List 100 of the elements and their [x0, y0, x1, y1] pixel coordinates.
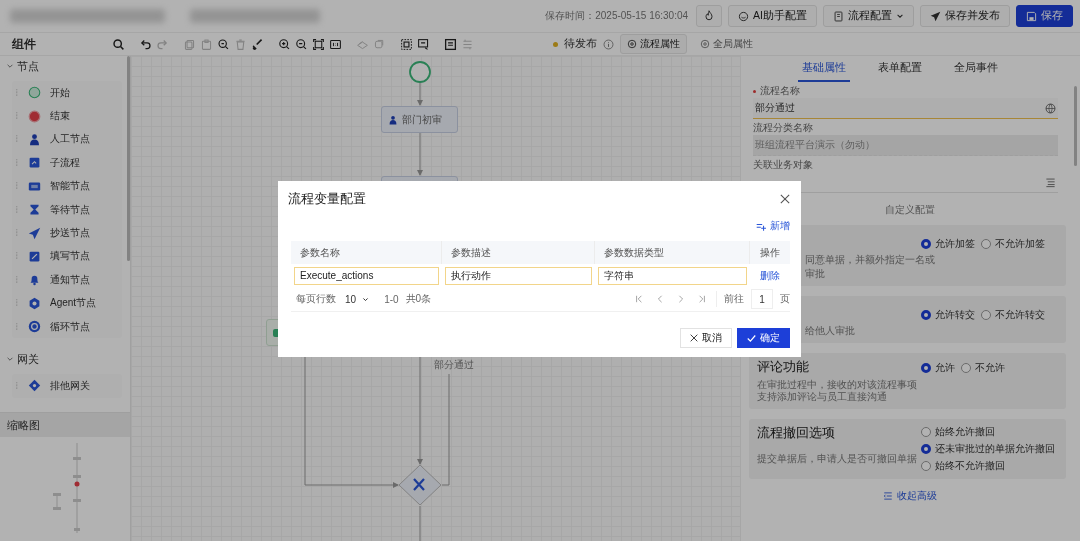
select-icon[interactable] — [400, 37, 413, 51]
hourglass-icon — [28, 203, 41, 217]
cancel-button[interactable]: 取消 — [680, 328, 732, 348]
connector-line — [417, 132, 423, 176]
search-icon[interactable] — [112, 37, 125, 51]
radio-label[interactable]: 不允许加签 — [995, 237, 1045, 251]
document-icon — [833, 10, 844, 22]
radio-button[interactable] — [921, 310, 931, 320]
list-icon[interactable] — [1045, 176, 1056, 188]
property-tab[interactable]: 全局属性 — [693, 34, 760, 54]
section-title: 节点 — [17, 58, 39, 74]
radio-button[interactable] — [921, 461, 931, 471]
radio-label[interactable]: 不允许转交 — [995, 308, 1045, 322]
node-type-item[interactable]: 等待节点 — [50, 202, 90, 217]
panel-tab[interactable]: 基础属性 — [797, 56, 850, 82]
close-icon[interactable] — [780, 194, 790, 204]
radio-button[interactable] — [981, 310, 991, 320]
scrollbar[interactable] — [1074, 86, 1077, 166]
actual-icon[interactable] — [329, 37, 342, 51]
panel-tab[interactable]: 全局事件 — [949, 56, 1002, 82]
frame-icon[interactable] — [444, 37, 457, 51]
task-node[interactable]: 部门初审 — [381, 106, 458, 133]
input-field[interactable]: Execute_actions — [294, 266, 439, 285]
process-config-dropdown[interactable]: 流程配置 — [823, 5, 914, 27]
previous-page-icon[interactable] — [656, 295, 664, 303]
start-node[interactable] — [409, 61, 431, 83]
zoom-out-icon[interactable] — [295, 37, 308, 51]
node-type-item[interactable]: 开始 — [50, 85, 70, 100]
radio-label[interactable]: 始终不允许撤回 — [935, 459, 1005, 473]
save-button[interactable]: 保存 — [1016, 5, 1073, 27]
flame-icon — [703, 10, 716, 22]
radio-label[interactable]: 允许转交 — [935, 308, 975, 322]
globe-icon[interactable] — [1045, 102, 1056, 114]
input-field[interactable]: 执行动作 — [445, 266, 592, 285]
save-time: 保存时间：2025-05-15 16:30:04 — [545, 9, 689, 23]
chevron-icon[interactable] — [6, 62, 14, 70]
fit-icon[interactable] — [312, 37, 325, 51]
undo-icon[interactable] — [139, 37, 152, 51]
person-icon — [28, 132, 41, 146]
flame-button[interactable] — [696, 5, 723, 27]
column-header: 操作 — [759, 245, 781, 260]
find-icon[interactable] — [217, 37, 230, 51]
page-input[interactable]: 1 — [751, 289, 773, 309]
rows-per-page-label: 每页行数 — [296, 292, 336, 306]
radio-button[interactable] — [921, 444, 931, 454]
node-type-item[interactable]: 通知节点 — [50, 272, 90, 287]
connector-line — [419, 505, 421, 541]
node-type-item[interactable]: Agent节点 — [50, 296, 97, 311]
field-label: 流程名称 — [760, 84, 800, 98]
close-icon — [690, 334, 698, 342]
gateway-node[interactable] — [398, 464, 442, 506]
last-page-icon[interactable] — [698, 295, 706, 303]
radio-label[interactable]: 允许加签 — [935, 237, 975, 251]
setting-description: 在审批过程中，接收的对该流程事项支持添加评论与员工直接沟通 — [757, 379, 917, 403]
caret-icon — [896, 12, 904, 20]
check-icon — [747, 333, 756, 343]
node-type-item[interactable]: 结束 — [50, 109, 70, 124]
edit-icon[interactable] — [417, 37, 430, 51]
person-icon — [388, 114, 398, 125]
radio-button[interactable] — [981, 239, 991, 249]
node-type-item[interactable]: 智能节点 — [50, 179, 90, 194]
add-link[interactable]: 新增 — [756, 219, 790, 233]
radio-button[interactable] — [921, 239, 931, 249]
pen-square-icon — [28, 249, 41, 263]
node-type-item[interactable]: 人工节点 — [50, 132, 90, 147]
ai-assistant-button[interactable]: AI助手配置 — [728, 5, 817, 27]
info-icon[interactable] — [603, 38, 614, 50]
radio-label[interactable]: 不允许 — [975, 360, 1005, 375]
node-type-item[interactable]: 子流程 — [50, 155, 80, 170]
radio-label[interactable]: 始终允许撤回 — [935, 425, 995, 439]
radio-label[interactable]: 还未审批过的单据允许撤回 — [935, 442, 1055, 456]
radio-button[interactable] — [921, 362, 931, 373]
column-header: 参数名称 — [291, 241, 442, 264]
target-icon — [627, 39, 637, 49]
column-header: 参数数据类型 — [595, 241, 750, 264]
node-type-item[interactable]: 抄送节点 — [50, 226, 90, 241]
node-type-item[interactable]: 排他网关 — [50, 379, 90, 393]
next-page-icon[interactable] — [677, 295, 685, 303]
diamond-icon — [28, 379, 41, 393]
zoom-in-icon[interactable] — [278, 37, 291, 51]
setting-description: 给他人审批 — [805, 325, 856, 337]
node-type-item[interactable]: 填写节点 — [50, 249, 90, 264]
confirm-button[interactable]: 确定 — [737, 328, 790, 348]
brush-icon[interactable] — [251, 37, 264, 51]
collapse-link[interactable]: 收起高级 — [749, 489, 1070, 503]
save-publish-button[interactable]: 保存并发布 — [920, 5, 1010, 27]
chevron-icon[interactable] — [6, 355, 14, 364]
page-size-select[interactable]: 10 — [343, 293, 372, 305]
input-field[interactable]: 部分通过 — [753, 98, 1058, 119]
radio-label[interactable]: 允许 — [935, 360, 955, 375]
property-tab[interactable]: 流程属性 — [620, 34, 687, 54]
first-page-icon[interactable] — [635, 295, 643, 303]
input-field[interactable]: 字符串 — [598, 266, 747, 285]
radio-button[interactable] — [921, 427, 931, 437]
node-type-item[interactable]: 循环节点 — [50, 319, 90, 334]
panel-tab[interactable]: 表单配置 — [873, 56, 926, 82]
delete-link[interactable]: 删除 — [760, 268, 780, 283]
scrollbar[interactable] — [127, 56, 130, 261]
radio-button[interactable] — [961, 362, 971, 373]
status-dot — [553, 41, 558, 47]
